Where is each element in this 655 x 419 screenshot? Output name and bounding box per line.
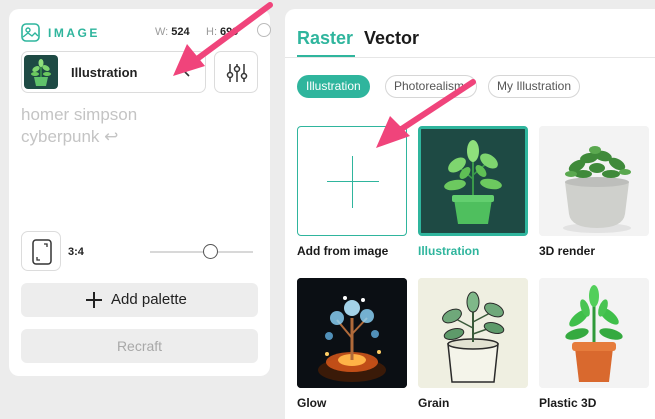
style-selector[interactable]: Illustration — [21, 51, 206, 93]
tile-label: Plastic 3D — [539, 396, 597, 410]
add-from-image-tile[interactable] — [297, 126, 407, 236]
add-palette-button[interactable]: Add palette — [21, 283, 258, 317]
image-mode-icon — [21, 23, 40, 42]
style-tile-plastic-3d[interactable] — [539, 278, 649, 388]
plant-plastic-3d-image — [539, 278, 649, 388]
plant-grain-image — [418, 278, 528, 388]
tile-label: Add from image — [297, 244, 389, 258]
style-library-panel: Raster Vector Illustration Photorealism … — [285, 9, 655, 419]
style-name: Illustration — [71, 65, 138, 80]
tab-vector[interactable]: Vector — [364, 28, 419, 49]
aspect-ratio-button[interactable] — [21, 231, 61, 271]
aspect-ratio-slider-thumb[interactable] — [203, 244, 218, 259]
style-thumbnail — [24, 55, 58, 89]
sliders-icon — [226, 64, 248, 82]
aspect-ratio-slider-track[interactable] — [150, 251, 253, 253]
recraft-button[interactable]: Recraft — [21, 329, 258, 363]
generation-panel: IMAGE W: 524 H: 699 Illustration homer s… — [9, 9, 271, 376]
tile-label: 3D render — [539, 244, 596, 258]
portrait-frame-icon — [32, 239, 52, 265]
panel-header: IMAGE W: 524 H: 699 — [21, 23, 271, 42]
style-tile-3d-render[interactable] — [539, 126, 649, 236]
prompt-line: homer simpson — [21, 105, 138, 124]
plant-glow-image — [297, 278, 407, 388]
prompt-line: cyberpunk ↩ — [21, 127, 119, 146]
style-tile-grain[interactable] — [418, 278, 528, 388]
add-palette-label: Add palette — [111, 291, 187, 308]
style-tile-illustration[interactable] — [418, 126, 528, 236]
tabs-divider — [285, 57, 655, 58]
width-field[interactable]: W: 524 — [155, 26, 190, 38]
aspect-ratio-label: 3:4 — [68, 246, 84, 258]
plus-icon — [86, 292, 102, 308]
filter-chip-photorealism[interactable]: Photorealism — [385, 75, 477, 98]
tile-label: Illustration — [418, 244, 480, 258]
mode-title: IMAGE — [48, 26, 100, 40]
aspect-lock-icon[interactable] — [257, 23, 271, 37]
filter-chip-illustration[interactable]: Illustration — [297, 75, 370, 98]
chevron-left-icon — [183, 67, 190, 77]
prompt-input[interactable]: homer simpson cyberpunk ↩ — [21, 104, 251, 148]
tile-label: Glow — [297, 396, 327, 410]
height-field[interactable]: H: 699 — [206, 26, 238, 38]
settings-button[interactable] — [214, 51, 258, 93]
plant-3d-render-image — [539, 126, 649, 236]
filter-chip-my-illustration[interactable]: My Illustration — [488, 75, 581, 98]
plant-illustration-image — [421, 129, 525, 233]
tab-raster[interactable]: Raster — [297, 28, 353, 49]
style-tile-glow[interactable] — [297, 278, 407, 388]
tile-label: Grain — [418, 396, 450, 410]
